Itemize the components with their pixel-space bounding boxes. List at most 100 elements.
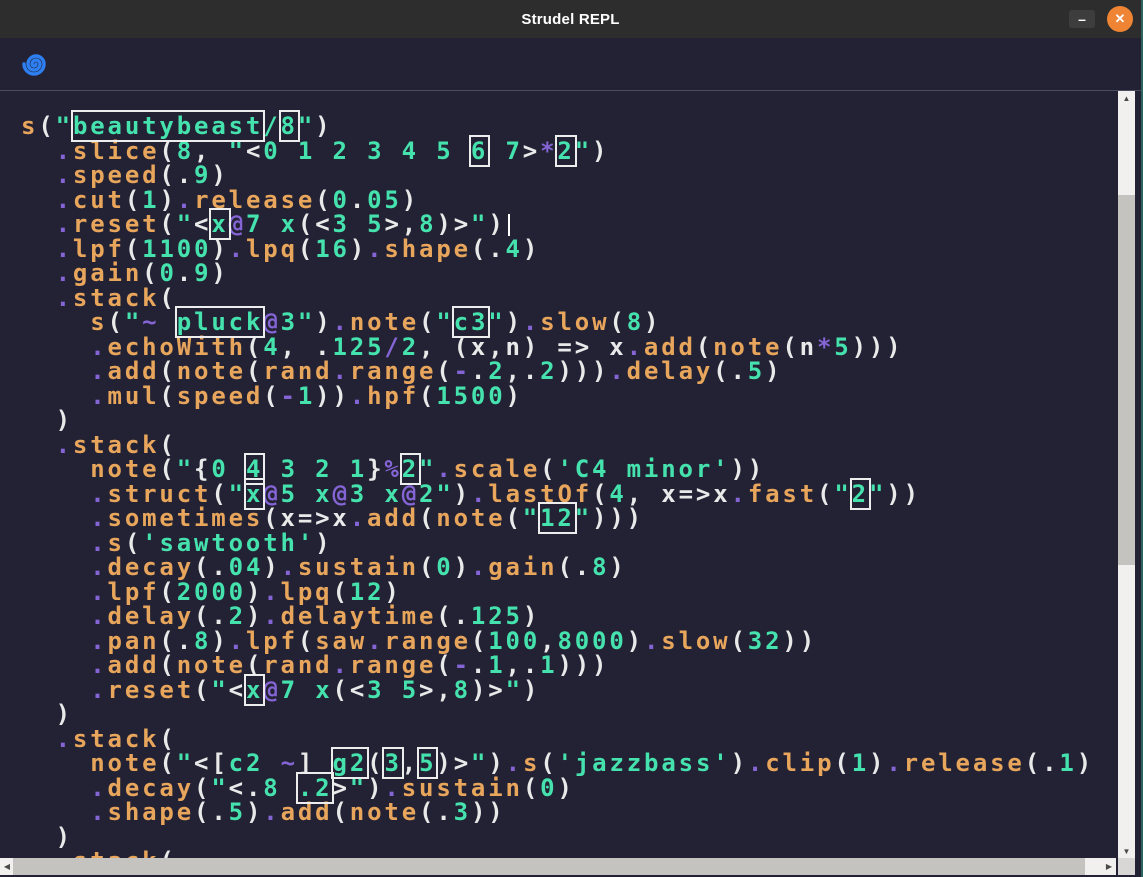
code-token: )))	[557, 357, 609, 385]
code-token: .	[644, 627, 661, 655]
code-token: .	[886, 749, 903, 777]
code-line: .add(note(rand.range(-.2,.2))).delay(.5)	[21, 359, 1120, 384]
code-line: note("<[c2 ~] g2(3,5)>").s('jazzbass').c…	[21, 751, 1120, 776]
code-token: "	[506, 676, 523, 704]
code-line: note("{0 4 3 2 1}%2".scale('C4 minor'))	[21, 457, 1120, 482]
code-token: hpf	[367, 382, 419, 410]
window-controls: – ✕	[1069, 0, 1133, 38]
active-token-highlight: 4	[246, 455, 263, 483]
code-token: 4	[506, 235, 523, 263]
code-token: note	[350, 798, 419, 826]
code-token: "	[229, 137, 246, 165]
code-token: .	[263, 798, 280, 826]
code-token: )))	[852, 333, 904, 361]
scroll-left-arrow-icon[interactable]: ◀	[0, 858, 14, 875]
code-line: s("~ pluck@3").note("c3").slow(8)	[21, 310, 1120, 335]
code-token: (	[817, 480, 834, 508]
code-line: )	[21, 702, 1120, 727]
code-line: .mul(speed(-1)).hpf(1500)	[21, 384, 1120, 409]
code-token: )	[592, 137, 609, 165]
code-token: @	[263, 676, 280, 704]
code-token: 3	[454, 798, 471, 826]
code-token	[315, 749, 332, 777]
code-token: n	[800, 333, 817, 361]
active-token-highlight: 12	[540, 504, 575, 532]
code-token: (	[419, 504, 436, 532]
vertical-scrollbar[interactable]: ▲ ▼	[1118, 91, 1135, 858]
code-token: 2	[540, 357, 557, 385]
code-token: .	[90, 676, 107, 704]
code-token: <	[246, 137, 263, 165]
code-token: .	[229, 235, 246, 263]
code-token: >	[419, 676, 436, 704]
code-token: 5	[748, 357, 765, 385]
code-token: 5	[834, 333, 851, 361]
strudel-logo-icon[interactable]	[20, 48, 52, 80]
code-token: (	[194, 676, 211, 704]
scroll-up-arrow-icon[interactable]: ▲	[1118, 91, 1135, 105]
code-line: s("beautybeast/8")	[21, 114, 1120, 139]
code-token: )	[246, 798, 263, 826]
code-token: "	[523, 504, 540, 532]
code-line: .delay(.2).delaytime(.125)	[21, 604, 1120, 629]
scrollbar-corner	[1118, 858, 1135, 875]
code-line: .stack(	[21, 286, 1120, 311]
code-token: slow	[661, 627, 730, 655]
code-token: >	[523, 137, 540, 165]
code-line: .reset("<x@7 x(<3 5>,8)>")	[21, 212, 1120, 237]
code-token: (	[730, 627, 747, 655]
close-button[interactable]: ✕	[1107, 6, 1133, 32]
window-title: Strudel REPL	[521, 11, 619, 28]
code-token: add	[367, 504, 419, 532]
code-line: .shape(.5).add(note(.3))	[21, 800, 1120, 825]
code-token: )	[454, 553, 471, 581]
code-token: 8	[454, 676, 471, 704]
vertical-scrollbar-thumb[interactable]	[1118, 195, 1135, 565]
code-token: (	[505, 504, 522, 532]
code-token: .	[471, 553, 488, 581]
code-token: ,	[436, 676, 453, 704]
code-token: .	[350, 382, 367, 410]
code-token: (	[713, 357, 730, 385]
code-token: )))	[592, 504, 644, 532]
active-token-highlight: x	[246, 676, 263, 704]
code-token: "	[834, 480, 851, 508]
code-token: .	[523, 357, 540, 385]
code-token: fast	[748, 480, 817, 508]
code-token: .	[350, 504, 367, 532]
code-line: .stack(	[21, 849, 1120, 858]
header-bar	[0, 38, 1141, 91]
code-token: -	[281, 382, 298, 410]
code-line: .gain(0.9)	[21, 261, 1120, 286]
code-editor[interactable]: s("beautybeast/8") .slice(8, "<0 1 2 3 4…	[0, 91, 1120, 858]
code-token: (	[263, 382, 280, 410]
code-line: .echoWith(4, .125/2, (x,n) => x.add(note…	[21, 335, 1120, 360]
scroll-down-arrow-icon[interactable]: ▼	[1118, 844, 1135, 858]
code-line: .decay("<.8 .2>").sustain(0)	[21, 776, 1120, 801]
code-token: 1	[298, 382, 315, 410]
code-line: .lpf(2000).lpq(12)	[21, 580, 1120, 605]
code-token: release	[904, 749, 1025, 777]
scroll-right-arrow-icon[interactable]: ▶	[1102, 858, 1116, 875]
code-token: "	[869, 480, 886, 508]
code-token: 1	[540, 651, 557, 679]
code-token: .	[436, 798, 453, 826]
code-token: ))	[315, 382, 350, 410]
code-token: (	[332, 798, 349, 826]
code-line: )	[21, 825, 1120, 850]
code-line: .stack(	[21, 433, 1120, 458]
code-token: (	[523, 774, 540, 802]
code-token: .	[488, 235, 505, 263]
code-token: 'jazzbass'	[558, 749, 731, 777]
code-token: "	[211, 676, 228, 704]
code-token: (	[1025, 749, 1042, 777]
code-token: (	[471, 235, 488, 263]
horizontal-scrollbar-thumb[interactable]	[13, 858, 1085, 875]
code-line: .add(note(rand.range(-.1,.1)))	[21, 653, 1120, 678]
code-token: .	[1042, 749, 1059, 777]
code-token: 0	[540, 774, 557, 802]
code-token: 9	[194, 259, 211, 287]
horizontal-scrollbar[interactable]: ◀ ▶	[0, 858, 1116, 875]
minimize-button[interactable]: –	[1069, 10, 1095, 28]
code-token: gain	[488, 553, 557, 581]
